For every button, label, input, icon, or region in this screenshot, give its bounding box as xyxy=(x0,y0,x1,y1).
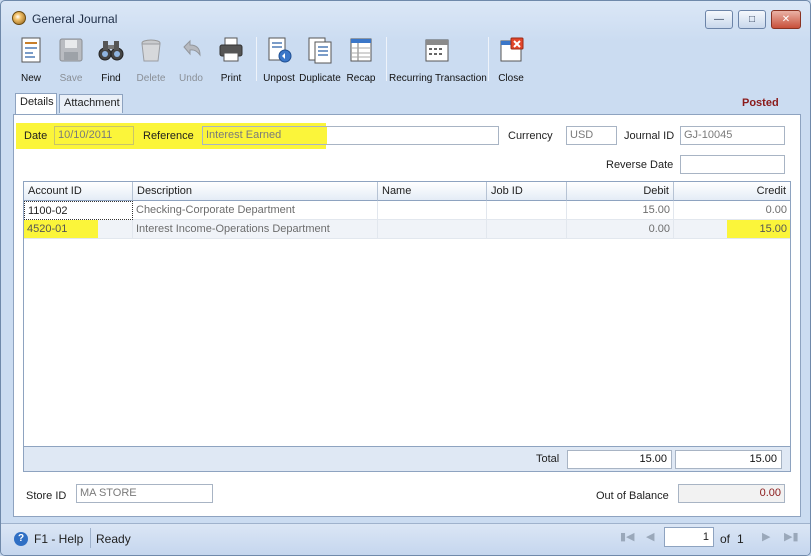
status-bar: ? F1 - Help Ready ▮◀ ◀ 1 of 1 ▶ ▶▮ xyxy=(1,523,810,555)
cell-credit[interactable]: 0.00 xyxy=(674,201,790,220)
print-button[interactable]: Print xyxy=(211,33,251,87)
reference-label: Reference xyxy=(143,130,194,142)
cell-description[interactable]: Checking-Corporate Department xyxy=(133,201,378,220)
store-id-field[interactable]: MA STORE xyxy=(76,484,213,503)
find-button[interactable]: Find xyxy=(91,33,131,87)
total-debit: 15.00 xyxy=(567,450,672,469)
total-label: Total xyxy=(536,453,560,465)
toolbar: New Save Find Delete Undo Print Unpost D… xyxy=(5,33,805,89)
col-header-debit[interactable]: Debit xyxy=(567,182,674,201)
cell-account-id-pad xyxy=(98,220,133,239)
out-of-balance-value: 0.00 xyxy=(678,484,785,503)
save-disk-icon xyxy=(59,38,83,62)
cell-account-id[interactable]: 4520-01 xyxy=(24,220,98,239)
help-icon[interactable]: ? xyxy=(14,532,28,546)
cell-job-id[interactable] xyxy=(487,220,567,239)
status-ready: Ready xyxy=(96,532,131,546)
toolbar-separator xyxy=(256,37,257,81)
help-link[interactable]: F1 - Help xyxy=(34,532,83,546)
close-form-icon xyxy=(500,37,524,62)
toolbar-separator xyxy=(386,37,387,81)
unpost-button[interactable]: Unpost xyxy=(259,33,299,87)
col-header-credit[interactable]: Credit xyxy=(674,182,790,201)
close-button[interactable]: Close xyxy=(491,33,531,87)
tab-attachment[interactable]: Attachment xyxy=(59,94,123,113)
toolbar-separator xyxy=(488,37,489,81)
date-field[interactable]: 10/10/2011 xyxy=(54,126,134,145)
undo-arrow-icon xyxy=(183,39,201,57)
minimize-button[interactable]: — xyxy=(705,10,733,29)
col-header-name[interactable]: Name xyxy=(378,182,487,201)
store-id-label: Store ID xyxy=(26,490,67,502)
currency-field[interactable]: USD xyxy=(566,126,617,145)
last-page-icon[interactable]: ▶▮ xyxy=(784,530,799,543)
cell-debit[interactable]: 15.00 xyxy=(567,201,674,220)
status-badge: Posted xyxy=(742,97,779,109)
new-document-icon xyxy=(21,37,41,63)
page-number-input[interactable]: 1 xyxy=(664,527,714,547)
totals-row: Total 15.00 15.00 xyxy=(23,446,791,472)
trash-can-icon xyxy=(141,39,161,62)
save-button[interactable]: Save xyxy=(51,33,91,87)
recurring-transaction-button[interactable]: Recurring Transaction xyxy=(389,33,487,87)
cell-name[interactable] xyxy=(378,201,487,220)
recap-button[interactable]: Recap xyxy=(341,33,381,87)
duplicate-button[interactable]: Duplicate xyxy=(299,33,341,87)
table-row[interactable]: 4520-01 Interest Income-Operations Depar… xyxy=(24,220,790,239)
cell-description[interactable]: Interest Income-Operations Department xyxy=(133,220,378,239)
journal-grid: Account ID Description Name Job ID Debit… xyxy=(23,181,791,472)
delete-button[interactable]: Delete xyxy=(131,33,171,87)
status-divider xyxy=(90,528,91,548)
page-of-label: of xyxy=(720,532,731,546)
window-title: General Journal xyxy=(32,12,118,26)
journal-id-field[interactable]: GJ-10045 xyxy=(680,126,785,145)
out-of-balance-label: Out of Balance xyxy=(596,490,669,502)
cell-debit[interactable]: 0.00 xyxy=(567,220,674,239)
cell-account-id[interactable]: 1100-02 xyxy=(24,201,133,220)
close-window-button[interactable]: ✕ xyxy=(771,10,801,29)
recurring-calendar-icon xyxy=(425,39,449,62)
col-header-job-id[interactable]: Job ID xyxy=(487,182,567,201)
cell-job-id[interactable] xyxy=(487,201,567,220)
prev-page-icon[interactable]: ◀ xyxy=(646,530,654,543)
general-journal-window: General Journal — □ ✕ New Save Find Dele… xyxy=(0,0,811,556)
tab-details[interactable]: Details xyxy=(15,93,57,114)
duplicate-icon xyxy=(308,37,332,64)
maximize-button[interactable]: □ xyxy=(738,10,766,29)
undo-button[interactable]: Undo xyxy=(171,33,211,87)
col-header-description[interactable]: Description xyxy=(133,182,378,201)
cell-name[interactable] xyxy=(378,220,487,239)
total-pages: 1 xyxy=(737,532,744,546)
printer-icon xyxy=(219,37,243,62)
cell-credit-pad xyxy=(674,220,727,239)
unpost-document-icon xyxy=(268,37,292,63)
reverse-date-field[interactable] xyxy=(680,155,785,174)
reverse-date-label: Reverse Date xyxy=(606,159,674,171)
col-header-account-id[interactable]: Account ID xyxy=(24,182,133,201)
details-panel: Date 10/10/2011 Reference Interest Earne… xyxy=(13,114,801,517)
table-row[interactable]: 1100-02 Checking-Corporate Department 15… xyxy=(24,201,790,220)
total-credit: 15.00 xyxy=(675,450,782,469)
next-page-icon[interactable]: ▶ xyxy=(762,530,770,543)
journal-id-label: Journal ID xyxy=(624,130,675,142)
currency-label: Currency xyxy=(508,130,553,142)
date-label: Date xyxy=(24,130,48,142)
binoculars-icon xyxy=(98,41,124,61)
first-page-icon[interactable]: ▮◀ xyxy=(620,530,635,543)
reference-field[interactable]: Interest Earned xyxy=(202,126,499,145)
title-bar: General Journal — □ ✕ xyxy=(1,1,810,33)
recap-table-icon xyxy=(350,38,372,62)
new-button[interactable]: New xyxy=(11,33,51,87)
cell-credit[interactable]: 15.00 xyxy=(727,220,790,239)
app-icon xyxy=(12,11,26,25)
